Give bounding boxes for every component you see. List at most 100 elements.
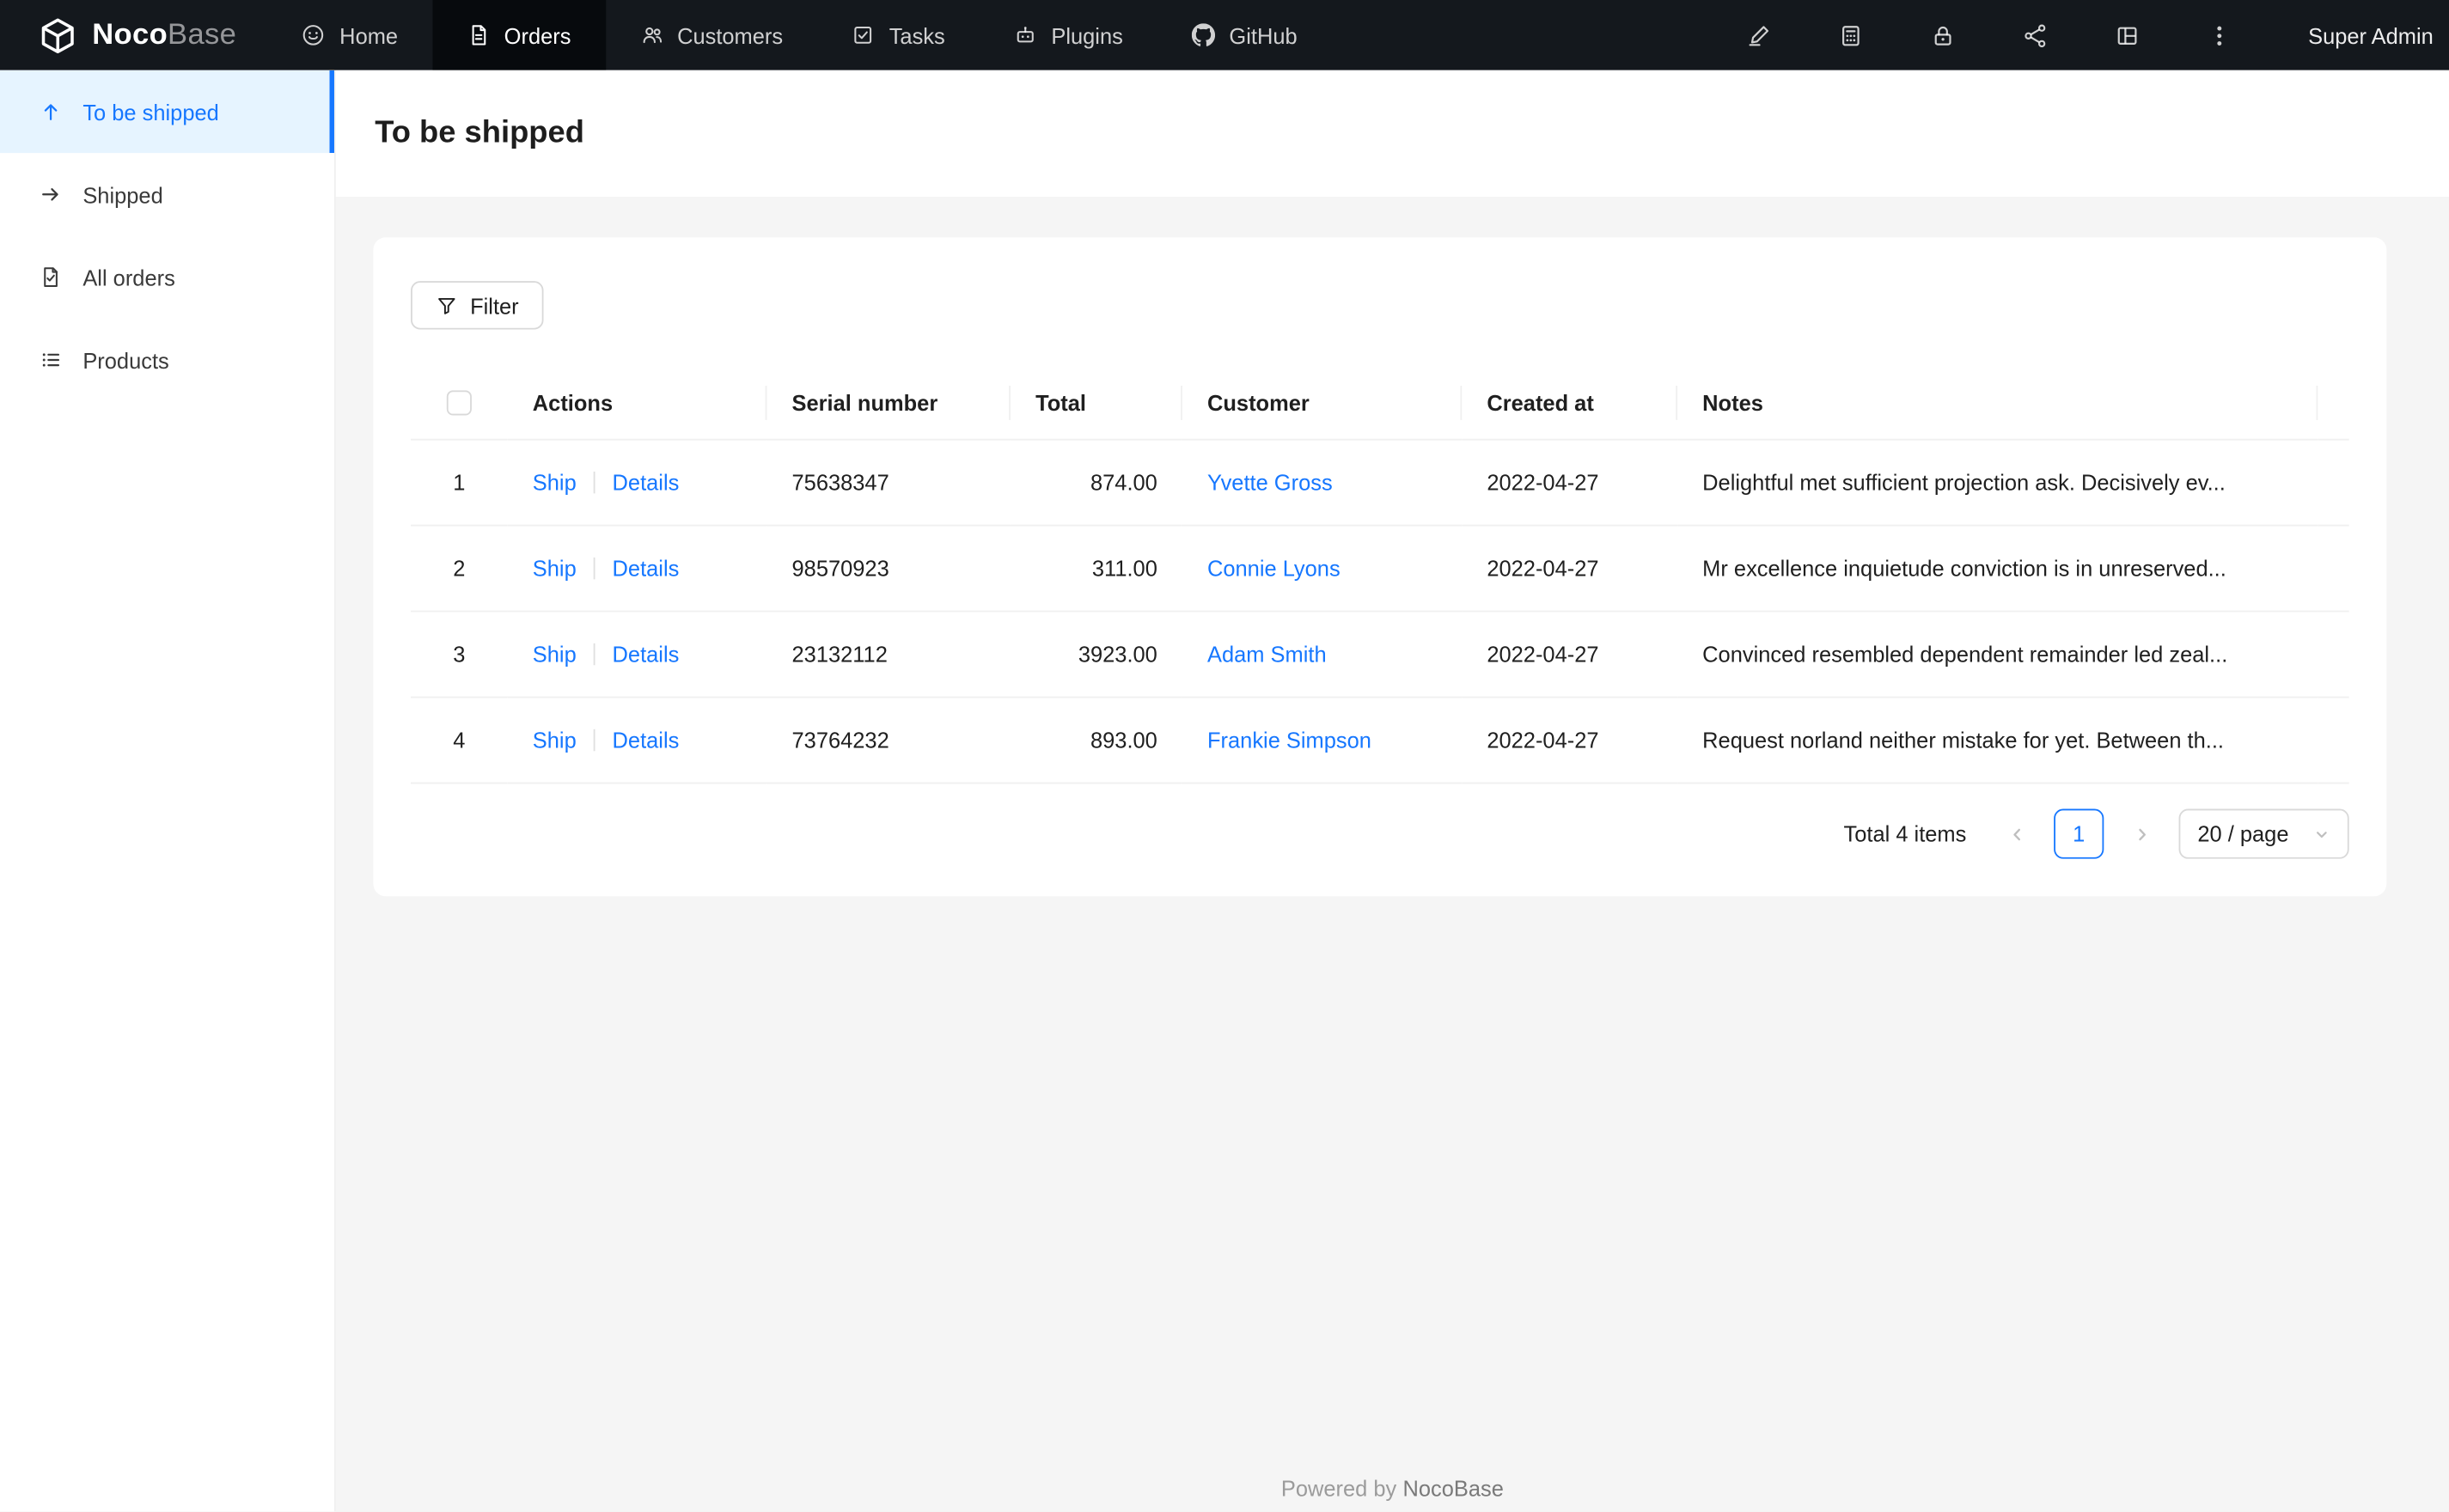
page-title: To be shipped xyxy=(375,115,584,150)
details-link[interactable]: Details xyxy=(613,642,680,667)
details-link[interactable]: Details xyxy=(613,470,680,495)
row-index: 4 xyxy=(411,697,508,784)
notes-cell: Convinced resembled dependent remainder … xyxy=(1677,611,2318,698)
header-total: Total xyxy=(1010,367,1182,441)
header-actions: Actions xyxy=(507,367,767,441)
arrow-right-icon xyxy=(39,183,62,206)
filter-button-label: Filter xyxy=(470,292,519,318)
sidebar-item-label: All orders xyxy=(82,265,175,290)
topbar: NocoBase Home Orders Customers Tasks Plu… xyxy=(0,0,2449,70)
nav-label: Orders xyxy=(504,22,571,48)
action-divider xyxy=(593,729,595,752)
total-cell: 3923.00 xyxy=(1010,611,1182,698)
sidebar-item-products[interactable]: Products xyxy=(0,319,334,401)
row-index: 3 xyxy=(411,611,508,698)
orders-table: Actions Serial number Total Customer Cre… xyxy=(411,367,2349,784)
nav-item-orders[interactable]: Orders xyxy=(432,0,606,70)
page-1-button[interactable]: 1 xyxy=(2054,808,2104,859)
ship-link[interactable]: Ship xyxy=(533,470,577,495)
serial-cell: 23132112 xyxy=(766,611,1011,698)
layout-icon[interactable] xyxy=(2115,22,2140,47)
customer-link[interactable]: Frankie Simpson xyxy=(1207,728,1371,753)
next-page-button[interactable] xyxy=(2116,809,2166,859)
nav-label: Tasks xyxy=(889,22,945,48)
serial-cell: 75638347 xyxy=(766,439,1011,527)
customer-link[interactable]: Connie Lyons xyxy=(1207,556,1341,581)
ship-link[interactable]: Ship xyxy=(533,642,577,667)
table-row: 3 Ship Details 23132112 3923.00 Adam Smit… xyxy=(411,611,2349,698)
prev-page-button[interactable] xyxy=(1991,809,2041,859)
app-window: NocoBase Home Orders Customers Tasks Plu… xyxy=(0,0,2449,1512)
file-check-icon xyxy=(39,265,62,289)
header-customer: Customer xyxy=(1182,367,1463,441)
created-at-cell: 2022-04-27 xyxy=(1462,697,1678,784)
logo[interactable]: NocoBase xyxy=(0,0,268,70)
content: Filter Actions Serial number Total Custo… xyxy=(336,197,2449,1511)
chevron-left-icon xyxy=(2006,824,2027,844)
customer-link[interactable]: Adam Smith xyxy=(1207,642,1327,667)
customers-icon xyxy=(639,23,663,46)
ship-link[interactable]: Ship xyxy=(533,556,577,581)
filter-button[interactable]: Filter xyxy=(411,281,544,330)
pagination: Total 4 items 1 20 / page xyxy=(411,808,2349,859)
sidebar-item-label: Shipped xyxy=(82,181,163,207)
orders-table-block: Filter Actions Serial number Total Custo… xyxy=(373,237,2387,897)
filter-icon xyxy=(436,295,457,316)
nav-item-github[interactable]: GitHub xyxy=(1157,0,1332,70)
share-icon[interactable] xyxy=(2022,22,2047,47)
select-all-checkbox[interactable] xyxy=(446,390,472,416)
page-size-select[interactable]: 20 / page xyxy=(2178,808,2349,859)
table-row: 1 Ship Details 75638347 874.00 Yvette Gro… xyxy=(411,439,2349,527)
topbar-right: Super Admin xyxy=(1746,0,2449,70)
total-cell: 311.00 xyxy=(1010,525,1182,613)
page-header: To be shipped xyxy=(335,70,2449,198)
arrow-up-icon xyxy=(39,100,62,123)
pagination-total: Total 4 items xyxy=(1843,821,1967,847)
main: To be shipped Filter Actions Serial numb… xyxy=(335,70,2449,1512)
user-menu[interactable]: Super Admin xyxy=(2308,22,2434,47)
action-divider xyxy=(593,471,595,494)
calculator-icon[interactable] xyxy=(1838,22,1863,47)
sidebar-item-label: Products xyxy=(82,347,169,373)
sidebar-item-shipped[interactable]: Shipped xyxy=(0,153,334,235)
table-row: 4 Ship Details 73764232 893.00 Frankie Si… xyxy=(411,697,2349,784)
header-created-at: Created at xyxy=(1462,367,1678,441)
body: To be shipped Shipped All orders Product… xyxy=(0,70,2449,1512)
serial-cell: 98570923 xyxy=(766,525,1011,613)
nocobase-logo-icon xyxy=(38,15,78,55)
github-icon xyxy=(1191,23,1216,46)
nav-item-customers[interactable]: Customers xyxy=(605,0,817,70)
customer-link[interactable]: Yvette Gross xyxy=(1207,470,1333,495)
nav-item-tasks[interactable]: Tasks xyxy=(817,0,980,70)
nav-label: Plugins xyxy=(1051,22,1123,48)
more-icon[interactable] xyxy=(2207,22,2232,47)
main-nav: Home Orders Customers Tasks Plugins GitH… xyxy=(268,0,1332,70)
sidebar-item-to-be-shipped[interactable]: To be shipped xyxy=(0,70,334,154)
footer-prefix: Powered by xyxy=(1280,1475,1397,1501)
sidebar: To be shipped Shipped All orders Product… xyxy=(0,70,336,1512)
table-row: 2 Ship Details 98570923 311.00 Connie Lyo… xyxy=(411,525,2349,613)
action-divider xyxy=(593,643,595,666)
footer-brand: NocoBase xyxy=(1402,1475,1504,1501)
created-at-cell: 2022-04-27 xyxy=(1462,439,1678,527)
ship-link[interactable]: Ship xyxy=(533,728,577,753)
nav-label: GitHub xyxy=(1229,22,1298,48)
header-notes: Notes xyxy=(1677,367,2318,441)
plugins-icon xyxy=(1014,23,1037,46)
home-icon xyxy=(302,23,326,46)
sidebar-item-all-orders[interactable]: All orders xyxy=(0,235,334,318)
header-serial-number: Serial number xyxy=(766,367,1011,441)
lock-icon[interactable] xyxy=(1930,22,1955,47)
orders-icon xyxy=(467,23,490,46)
chevron-right-icon xyxy=(2131,824,2152,844)
details-link[interactable]: Details xyxy=(613,728,680,753)
table-header-row: Actions Serial number Total Customer Cre… xyxy=(411,367,2349,441)
nav-item-plugins[interactable]: Plugins xyxy=(980,0,1157,70)
total-cell: 874.00 xyxy=(1010,439,1182,527)
nav-item-home[interactable]: Home xyxy=(268,0,433,70)
highlighter-icon[interactable] xyxy=(1746,22,1771,47)
created-at-cell: 2022-04-27 xyxy=(1462,611,1678,698)
page-size-value: 20 / page xyxy=(2197,821,2289,847)
row-index: 1 xyxy=(411,439,508,527)
details-link[interactable]: Details xyxy=(613,556,680,581)
